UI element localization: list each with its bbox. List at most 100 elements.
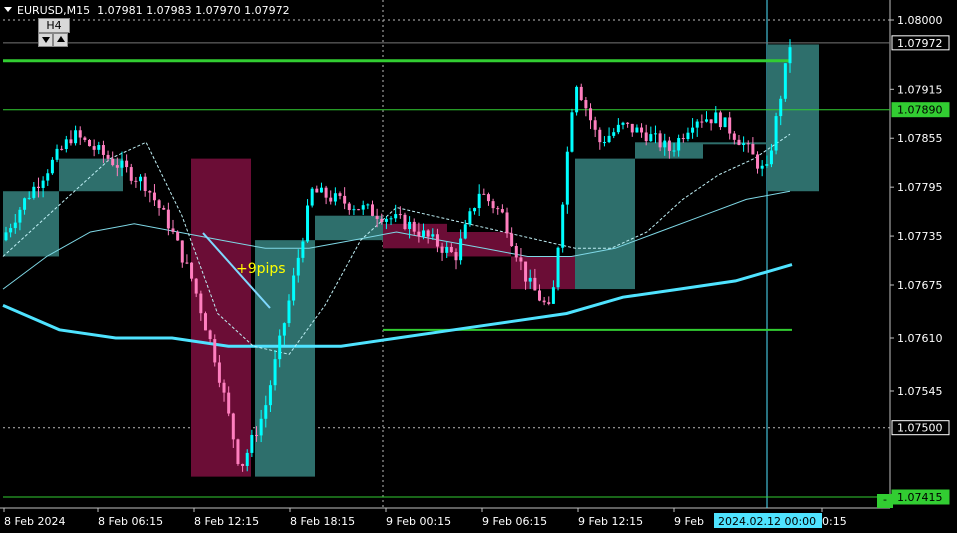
candle-body (27, 197, 31, 199)
time-tick-label: 8 Feb 06:15 (98, 515, 163, 528)
candle-body (510, 233, 514, 246)
candle-body (635, 127, 639, 133)
candle-body (579, 86, 583, 101)
candle-body (245, 452, 249, 466)
candle-body (199, 293, 203, 314)
price-tag-label: 1.07972 (897, 37, 943, 50)
candle-body (92, 146, 96, 150)
price-tick-label: 1.07675 (897, 279, 943, 292)
candle-body (166, 209, 170, 229)
candle-body (435, 234, 439, 247)
price-tick-label: 1.07610 (897, 332, 943, 345)
candle-body (500, 209, 504, 213)
candle-body (222, 382, 226, 393)
candle-body (714, 112, 718, 124)
candle-body (542, 300, 546, 303)
candle-body (691, 127, 695, 133)
ma-slow-line (2, 263, 793, 348)
candle-body (101, 145, 105, 155)
window-menu-icon[interactable] (4, 7, 12, 12)
timeframe-up-button[interactable] (53, 33, 68, 47)
time-tick-label: 9 Feb 00:15 (386, 515, 451, 528)
candle-body (677, 138, 681, 151)
candle-body (134, 180, 138, 182)
pips-annotation: +9pips (236, 261, 286, 277)
candle-body (602, 142, 606, 144)
candle-body (41, 180, 45, 188)
candle-body (171, 228, 175, 232)
ohlc-values: 1.07981 1.07983 1.07970 1.07972 (97, 4, 290, 17)
time-tick-label: 9 Feb 12:15 (578, 515, 643, 528)
candle-body (663, 140, 667, 148)
candle-body (398, 214, 402, 216)
candle-body (612, 132, 616, 136)
candle-body (496, 208, 500, 210)
candle-body (681, 138, 685, 140)
candle-body (217, 362, 221, 383)
candle-body (403, 214, 407, 230)
price-tick-label: 1.08000 (897, 14, 943, 27)
candle-body (751, 143, 755, 155)
candle-body (120, 160, 124, 168)
candle-body (194, 278, 198, 294)
candle-body (366, 204, 370, 206)
candle-body (236, 439, 240, 464)
candle-body (55, 148, 59, 160)
candle-body (88, 139, 92, 147)
candle-body (440, 246, 444, 253)
price-chart[interactable]: 1.08000 1.07915 1.07855 1.07795 1.07735 1.076… (0, 0, 957, 533)
time-tick-label: 8 Feb 12:15 (194, 515, 259, 528)
candle-body (788, 47, 792, 64)
candle-body (139, 176, 143, 182)
candle-body (352, 209, 356, 211)
candle-body (310, 188, 314, 206)
candle-body (46, 173, 50, 181)
candle-body (449, 246, 453, 253)
candle-body (64, 139, 68, 150)
candle-body (13, 222, 17, 229)
chart-header: EURUSD,M15 1.07981 1.07983 1.07970 1.079… (4, 4, 290, 17)
candle-body (454, 252, 458, 261)
minimize-button[interactable]: - (877, 494, 893, 508)
candle-body (231, 413, 235, 440)
candle-body (630, 123, 634, 133)
candle-body (547, 302, 551, 304)
candle-body (157, 200, 161, 208)
candle-body (477, 193, 481, 209)
candle-body (370, 204, 374, 216)
candle-body (4, 232, 8, 241)
price-tick-label: 1.07735 (897, 230, 943, 243)
candle-body (426, 230, 430, 237)
candle-body (83, 137, 87, 140)
candle-body (380, 218, 384, 222)
price-tick-label: 1.07545 (897, 385, 943, 398)
timeframe-down-button[interactable] (38, 33, 53, 47)
candle-body (700, 121, 704, 123)
candle-body (250, 434, 254, 453)
candle-body (649, 134, 653, 142)
symbol-label: EURUSD,M15 (17, 4, 91, 17)
candle-body (315, 188, 319, 193)
candle-body (737, 139, 741, 145)
candle-body (524, 261, 528, 282)
candle-body (78, 130, 82, 138)
candle-body (408, 221, 412, 230)
candle-body (97, 145, 101, 150)
candle-body (324, 187, 328, 198)
candle-body (129, 167, 133, 181)
candle-body (74, 130, 78, 144)
candle-body (672, 150, 676, 152)
candle-body (268, 385, 272, 406)
candle-body (287, 300, 291, 324)
candle-body (584, 100, 588, 109)
candle-body (473, 208, 477, 212)
candle-body (779, 98, 783, 117)
candle-body (704, 119, 708, 122)
candle-body (208, 330, 212, 340)
candle-body (148, 191, 152, 193)
candle-body (32, 186, 36, 198)
candle-body (394, 214, 398, 219)
time-tick-label: 0:15 (822, 515, 847, 528)
candle-body (537, 290, 541, 301)
timeframe-label: H4 (38, 18, 70, 33)
